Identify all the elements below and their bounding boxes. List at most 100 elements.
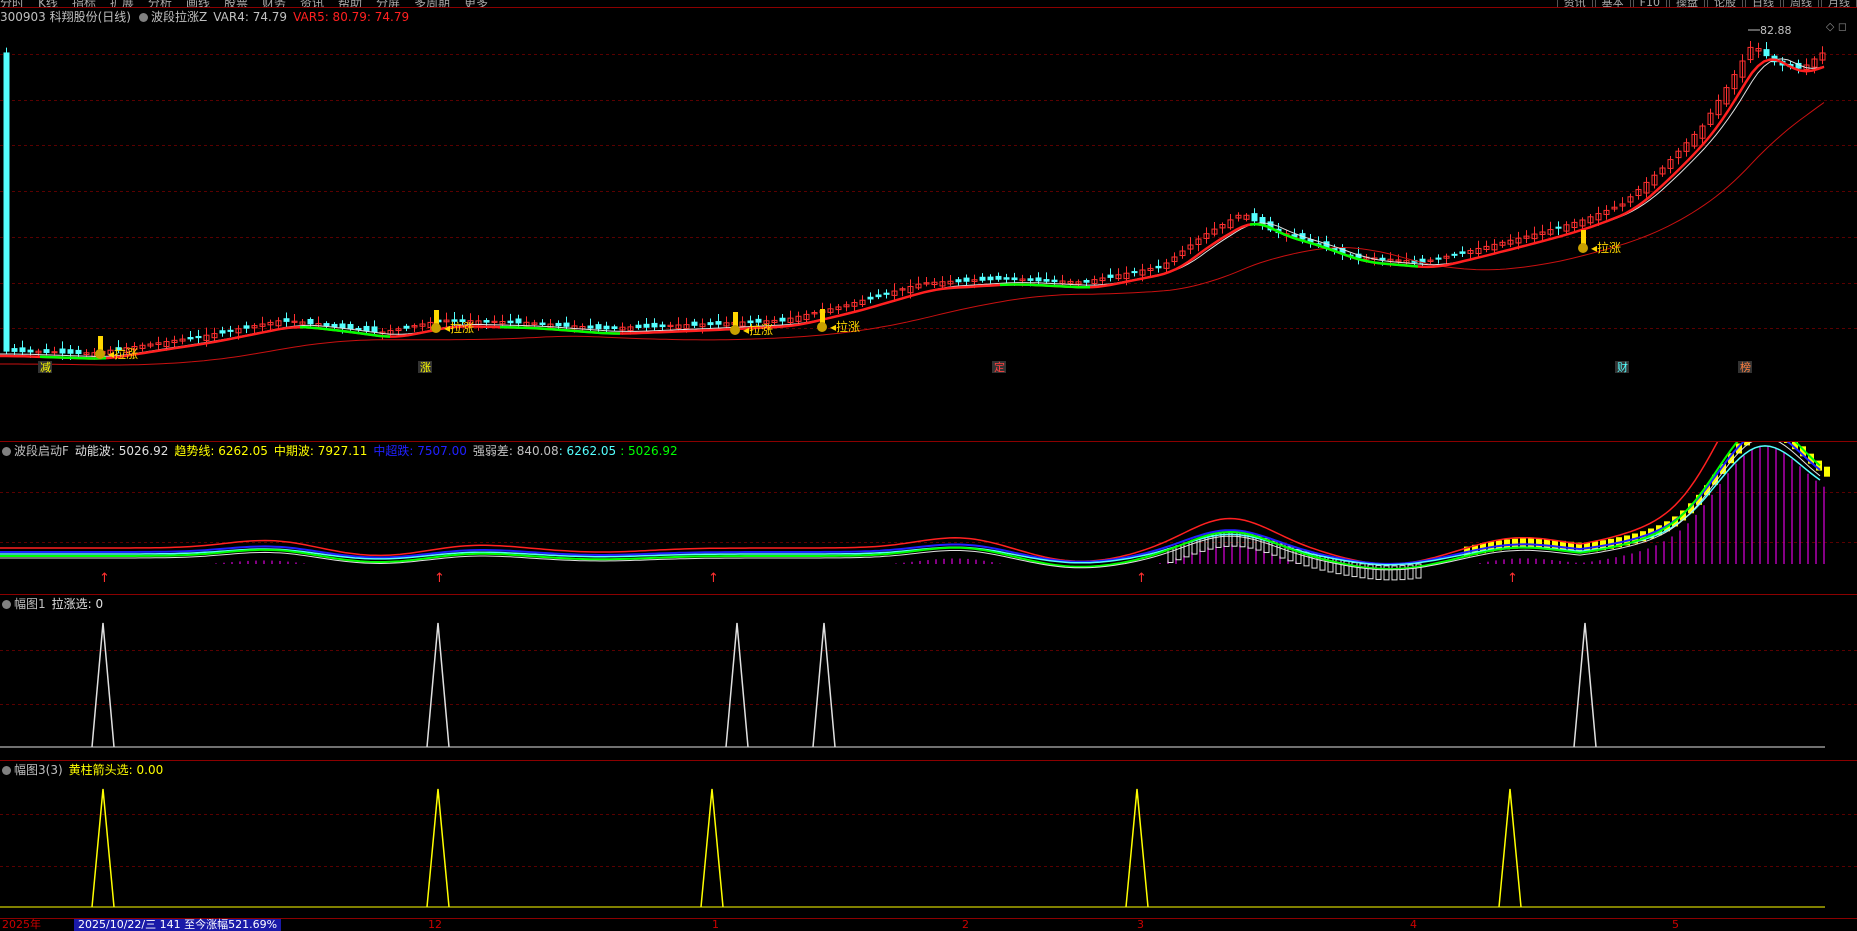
hollow-bar [1367, 564, 1374, 580]
osc-settings-icon[interactable] [2, 447, 11, 456]
signal-label: ◂拉涨 [108, 346, 138, 361]
month-tick: 1 [712, 918, 719, 931]
candle-body [555, 322, 562, 327]
candle-body [227, 329, 234, 332]
spike [1498, 788, 1522, 908]
spike [426, 622, 450, 748]
menu-item[interactable]: 分屏 [376, 0, 400, 7]
signal-bar [1581, 230, 1586, 244]
menu-item[interactable]: 股票 [224, 0, 248, 7]
osc-blue-line [0, 442, 1821, 565]
top-button[interactable]: 资讯 [1556, 0, 1593, 7]
menu-item[interactable]: 指标 [72, 0, 96, 7]
top-button[interactable]: 月线 [1821, 0, 1857, 7]
candle-body [1083, 280, 1090, 283]
month-tick: 4 [1410, 918, 1417, 931]
menu-item[interactable]: K线 [38, 0, 58, 7]
candle-body [1051, 279, 1058, 283]
candle-body [195, 335, 202, 339]
amp3-chart[interactable] [0, 761, 1857, 919]
up-arrow-icon: ↑ [1136, 571, 1147, 586]
candle-body [659, 324, 666, 328]
candle-body [1003, 277, 1010, 280]
amp1-pane[interactable]: 幅图1 拉涨选: 0 [0, 594, 1857, 759]
amp3-label: 黄柱箭头选: 0.00 [68, 763, 164, 777]
indicator-name: 波段拉涨Z [151, 10, 208, 24]
amp1-chart[interactable] [0, 595, 1857, 759]
main-kline-pane[interactable]: ◂拉涨 ◂拉涨 ◂拉涨 ◂拉涨 ◂拉涨 82.88 减 涨 定 财 榜 300903 科翔股份(日线… [0, 7, 1857, 374]
top-button[interactable]: F10 [1632, 0, 1667, 7]
osc-momentum: 动能波: 5026.92 [74, 444, 169, 458]
osc-pane-header: 波段启动F 动能波: 5026.92 趋势线: 6262.05 中期波: 7927.1… [0, 444, 684, 458]
candle-body [539, 322, 546, 326]
amp3-header: 幅图3(3) 黄柱箭头选: 0.00 [0, 763, 169, 777]
osc-mid2: 中超跌: 7507.00 [373, 444, 467, 458]
up-arrow-icon: ↑ [1507, 571, 1518, 586]
candle-body [19, 347, 26, 353]
month-tick: 12 [428, 918, 442, 931]
candle-body [11, 348, 18, 352]
candle-body [371, 326, 378, 333]
top-menu-bar: 分时 K线 指标 扩展 分析 画线 股票 财务 资讯 帮助 分屏 多周期 更多 资讯 基本 F10 操盘 论股日… [0, 0, 1857, 7]
candle-body [651, 322, 658, 328]
candle-body [963, 277, 970, 282]
candle-body [691, 321, 698, 326]
amp3-pane[interactable]: 幅图3(3) 黄柱箭头选: 0.00 [0, 760, 1857, 919]
oscillator-pane[interactable]: ↑ ↑ ↑ ↑ ↑ 波段启动F 动能波: 5026.92 趋势线: 6262.05 中期波: … [0, 441, 1857, 592]
candle-body [1251, 213, 1258, 222]
menu-item[interactable]: 分析 [148, 0, 172, 7]
kline-chart[interactable]: ◂拉涨 ◂拉涨 ◂拉涨 ◂拉涨 ◂拉涨 82.88 减 涨 定 财 榜 [0, 8, 1857, 374]
year-label: 2025年 [2, 918, 41, 931]
candle-body [43, 349, 50, 353]
menu-item[interactable]: 更多 [464, 0, 488, 7]
pane-controls[interactable]: ◇ ◻ [1826, 20, 1847, 33]
menu-item[interactable]: 分时 [0, 0, 24, 7]
signal-bar [733, 312, 738, 326]
candle-body [1379, 257, 1386, 261]
signal-label: ◂拉涨 [1591, 240, 1621, 255]
spike [700, 788, 724, 908]
top-button[interactable]: 周线 [1783, 0, 1819, 7]
candle-body [403, 325, 410, 329]
menu-item[interactable]: 画线 [186, 0, 210, 7]
amp1-name: 幅图1 [14, 597, 46, 611]
top-button[interactable]: 论股 [1707, 0, 1743, 7]
spike [1573, 622, 1597, 748]
candle-body [1435, 257, 1442, 260]
amp1-header: 幅图1 拉涨选: 0 [0, 597, 109, 611]
bottom-mark: 定 [994, 360, 1005, 374]
stock-title: 300903 科翔股份(日线) [0, 10, 131, 24]
candle-body [611, 326, 618, 330]
bottom-mark: 涨 [420, 361, 431, 374]
spike [91, 622, 115, 748]
ma-white [0, 58, 1825, 357]
osc-mid: 中期波: 7927.11 [273, 444, 368, 458]
var5-extra: : 74.79 [366, 10, 410, 24]
top-button[interactable]: 操盘 [1669, 0, 1705, 7]
oscillator-chart[interactable]: ↑ ↑ ↑ ↑ ↑ [0, 442, 1857, 592]
menu-item[interactable]: 多周期 [414, 0, 450, 7]
menu-item[interactable]: 财务 [262, 0, 286, 7]
candle-body [347, 323, 354, 330]
hollow-bar [1359, 563, 1366, 579]
var4-value: VAR4: 74.79 [213, 10, 288, 24]
month-tick: 3 [1137, 918, 1144, 931]
candle-body [323, 323, 330, 327]
top-button[interactable]: 基本 [1594, 0, 1631, 7]
var5-value: VAR5: 80.79 [293, 10, 367, 24]
spike [426, 788, 450, 908]
amp3-settings-icon[interactable] [2, 766, 11, 775]
status-readout: 2025/10/22/三 141 至今涨幅521.69% [74, 919, 282, 931]
candle-body [1451, 253, 1458, 256]
amp1-settings-icon[interactable] [2, 600, 11, 609]
spike [1125, 788, 1149, 908]
candle-body [595, 324, 602, 330]
menu-item[interactable]: 帮助 [338, 0, 362, 7]
menu-item[interactable]: 扩展 [110, 0, 134, 7]
top-button[interactable]: 日线 [1745, 0, 1781, 7]
candle-body [635, 324, 642, 329]
money-bag-icon [730, 325, 740, 335]
settings-dot-icon[interactable] [139, 13, 148, 22]
menu-item[interactable]: 资讯 [300, 0, 324, 7]
candle-body [779, 317, 786, 322]
